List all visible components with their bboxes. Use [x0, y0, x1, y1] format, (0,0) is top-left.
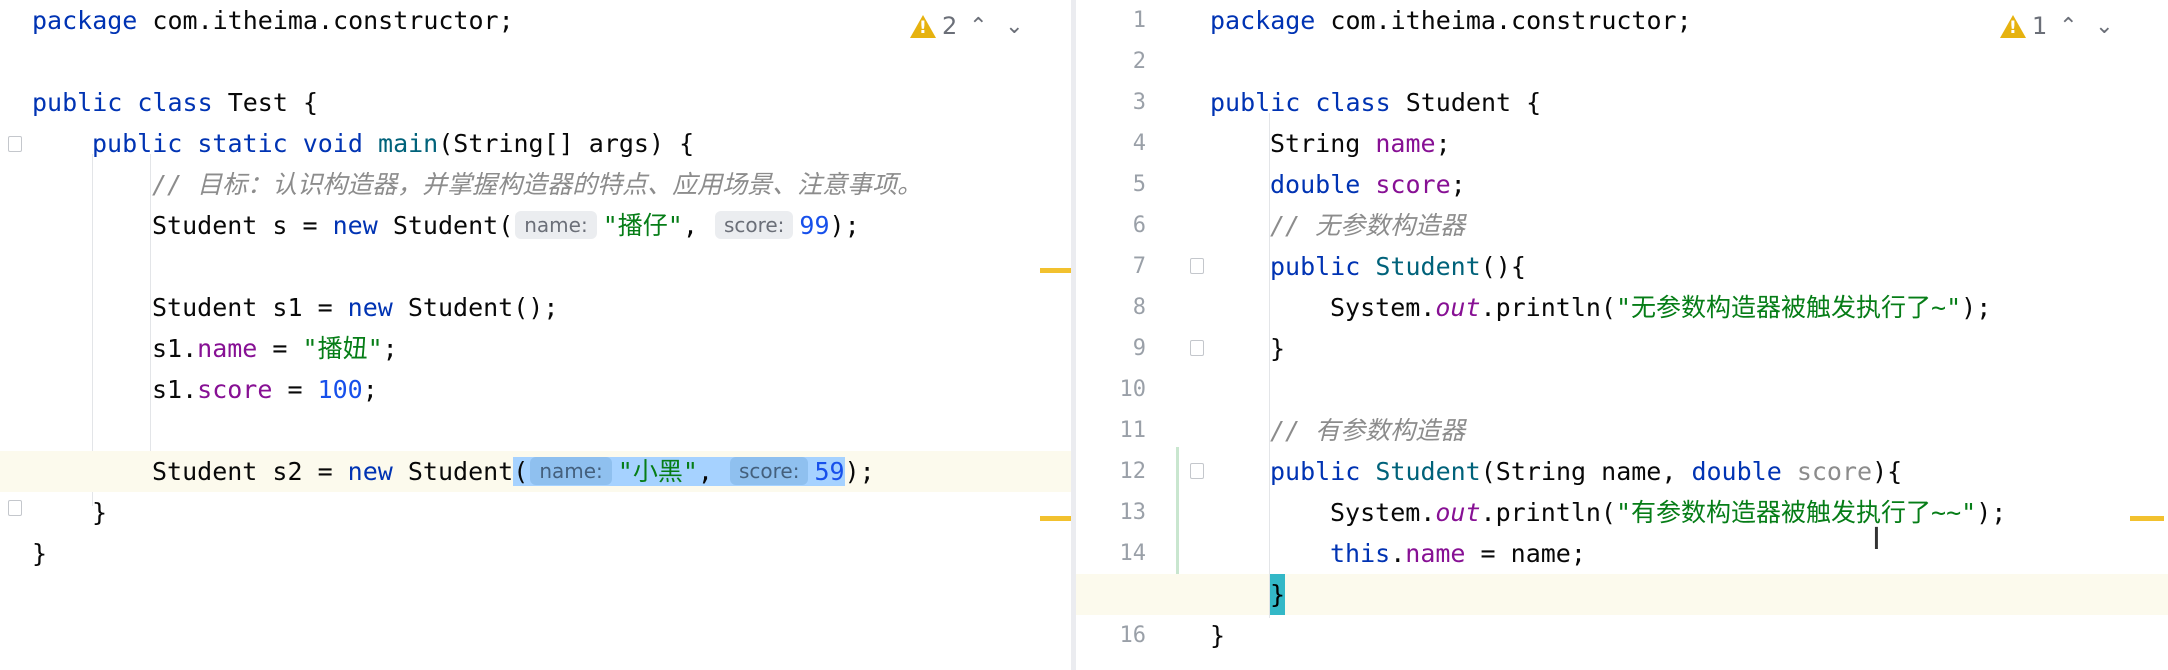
code-line-6[interactable]: Student s = new Student(name: "播仔", score… — [0, 205, 1071, 246]
warning-count: 1 — [2032, 12, 2048, 40]
inspection-widget[interactable]: 2 ⌃ ⌄ — [910, 12, 1029, 40]
warning-stripe-marker[interactable] — [1040, 268, 1071, 273]
warning-icon — [910, 14, 936, 38]
code-line-6[interactable]: // 无参数构造器 — [1076, 205, 2168, 246]
code-line-11[interactable]: // 有参数构造器 — [1076, 410, 2168, 451]
code-line-5[interactable]: // 目标：认识构造器，并掌握构造器的特点、应用场景、注意事项。 — [0, 164, 1071, 205]
chevron-down-icon[interactable]: ⌄ — [999, 14, 1029, 39]
param-hint-score: score: — [714, 211, 794, 239]
code-line-9[interactable]: } — [1076, 328, 2168, 369]
code-line-8[interactable]: System.out.println("无参数构造器被触发执行了~"); — [1076, 287, 2168, 328]
param-hint-name: name: — [530, 457, 612, 485]
warning-stripe-marker[interactable] — [1040, 516, 1071, 521]
chevron-down-icon[interactable]: ⌄ — [2089, 14, 2119, 39]
code-line-16[interactable]: } — [1076, 615, 2168, 656]
line-number: 2 — [1132, 49, 1146, 74]
code-line-3[interactable]: public class Test { — [0, 82, 1071, 123]
inspection-widget[interactable]: 1 ⌃ ⌄ — [2000, 12, 2119, 40]
code-line-8[interactable]: Student s1 = new Student(); — [0, 287, 1071, 328]
param-hint-name: name: — [515, 211, 597, 239]
code-line-13[interactable]: } — [0, 492, 1071, 533]
code-line-9[interactable]: s1.name = "播妞"; — [0, 328, 1071, 369]
chevron-up-icon[interactable]: ⌃ — [963, 14, 993, 39]
warning-count: 2 — [942, 12, 958, 40]
param-hint-score: score: — [730, 457, 809, 485]
chevron-up-icon[interactable]: ⌃ — [2053, 14, 2083, 39]
text-caret: } — [1270, 574, 1286, 615]
code-line-4[interactable]: String name; — [1076, 123, 2168, 164]
warning-stripe-marker[interactable] — [2130, 516, 2164, 521]
code-line-10[interactable]: s1.score = 100; — [0, 369, 1071, 410]
code-line-7[interactable]: public Student(){ — [1076, 246, 2168, 287]
warning-icon — [2000, 14, 2026, 38]
code-line-12-current[interactable]: Student s2 = new Student(name: "小黑", scor… — [0, 451, 1071, 492]
code-line-3[interactable]: public class Student { — [1076, 82, 2168, 123]
code-line-12[interactable]: public Student(String name, double score… — [1076, 451, 2168, 492]
left-editor-pane[interactable]: package com.itheima.constructor; public … — [0, 0, 1071, 670]
code-line-5[interactable]: double score; — [1076, 164, 2168, 205]
line-number: 10 — [1119, 377, 1147, 402]
code-line-15[interactable]: } — [1076, 574, 2168, 615]
code-line-14[interactable]: } — [0, 533, 1071, 574]
right-editor-pane[interactable]: 1 2 3 4 5 6 7 8 9 10 11 12 13 14 15 16 p… — [1076, 0, 2168, 670]
selection[interactable]: (name: "小黑", score: 59 — [513, 457, 845, 486]
code-line-4[interactable]: public static void main(String[] args) { — [0, 123, 1071, 164]
code-line-13[interactable]: System.out.println("有参数构造器被触发执行了~~"); — [1076, 492, 2168, 533]
mouse-ibeam-cursor-icon: I — [1872, 522, 1881, 557]
code-line-14[interactable]: this.name = name; — [1076, 533, 2168, 574]
